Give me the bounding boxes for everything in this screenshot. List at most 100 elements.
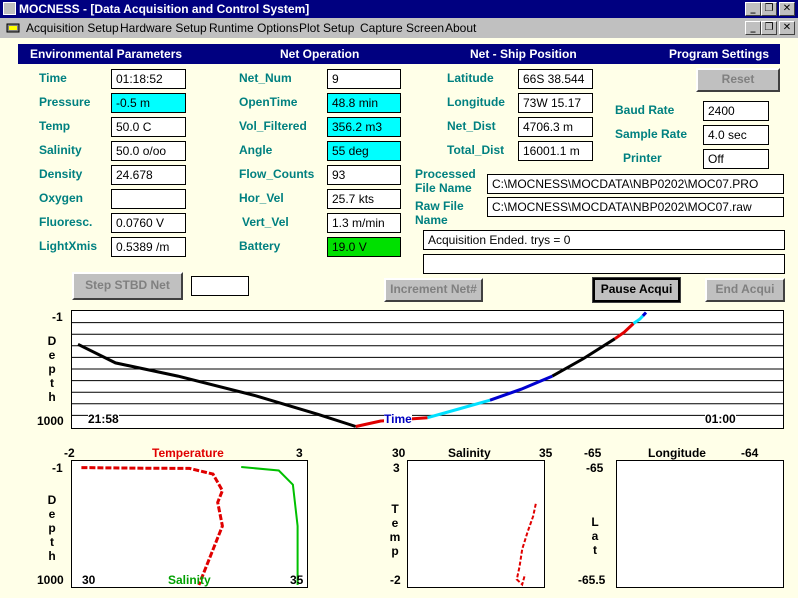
menu-hardware-setup[interactable]: Hardware Setup xyxy=(120,21,207,35)
temp-plot-xleft: -2 xyxy=(64,446,75,460)
env-value-time: 01:18:52 xyxy=(111,69,186,89)
net-value-num: 9 xyxy=(327,69,401,89)
temp-plot-svg xyxy=(81,466,299,586)
pos-label-lon: Longitude xyxy=(447,95,505,109)
env-value-density: 24.678 xyxy=(111,165,186,185)
pos-label-lat: Latitude xyxy=(447,71,494,85)
env-label-oxygen: Oxygen xyxy=(39,191,84,205)
latlon-plot-xleft: -65 xyxy=(584,446,602,460)
sample-rate-field[interactable]: 4.0 sec xyxy=(703,125,769,145)
processed-file-field[interactable]: C:\MOCNESS\MOCDATA\NBP0202\MOC07.PRO xyxy=(487,174,784,194)
net-label-num: Net_Num xyxy=(239,71,292,85)
temp-plot-ytop: -1 xyxy=(52,461,63,475)
restore-icon[interactable]: ❐ xyxy=(761,2,777,16)
pause-acqui-button[interactable]: Pause Acqui xyxy=(592,277,681,303)
menu-capture-screen[interactable]: Capture Screen xyxy=(360,21,444,35)
menu-plot-setup[interactable]: Plot Setup xyxy=(299,21,354,35)
menu-runtime-options[interactable]: Runtime Options xyxy=(209,21,298,35)
salinity-profile-line xyxy=(241,466,299,585)
env-value-fluoresc: 0.0760 V xyxy=(111,213,186,233)
ts-series-line xyxy=(515,503,537,587)
depth-plot-ybottom: 1000 xyxy=(37,414,64,428)
app-icon[interactable] xyxy=(3,2,16,15)
baud-rate-field[interactable]: 2400 xyxy=(703,101,769,121)
processed-label-1: Processed xyxy=(415,167,476,181)
depth-plot-xstart: 21:58 xyxy=(88,412,119,426)
net-label-battery: Battery xyxy=(239,239,281,253)
env-value-oxygen xyxy=(111,189,186,209)
latlon-plot-title: Longitude xyxy=(648,446,706,460)
sal-axis-right: 35 xyxy=(290,573,304,587)
menu-bar: Acquisition Setup Hardware Setup Runtime… xyxy=(0,18,798,38)
printer-label: Printer xyxy=(623,151,662,165)
env-label-time: Time xyxy=(39,71,67,85)
latlon-plot-xright: -64 xyxy=(741,446,759,460)
net-label-vertvel: Vert_Vel xyxy=(242,215,289,229)
restore-icon[interactable]: ❐ xyxy=(761,21,777,35)
ts-plot-ybottom: -2 xyxy=(390,573,401,587)
step-stbd-net-button[interactable]: Step STBD Net xyxy=(72,272,183,300)
depth-plot-xend: 01:00 xyxy=(705,412,736,426)
step-net-field[interactable] xyxy=(191,276,249,296)
sal-axis-title: Salinity xyxy=(168,573,211,587)
depth-plot-xlabel: Time xyxy=(384,412,412,426)
latlon-plot-svg xyxy=(617,461,783,587)
temp-plot-ybottom: 1000 xyxy=(37,573,64,587)
net-value-battery: 19.0 V xyxy=(327,237,401,257)
net-value-angle: 55 deg xyxy=(327,141,401,161)
menu-about[interactable]: About xyxy=(445,21,476,35)
section-pos: Net - Ship Position xyxy=(470,47,577,61)
raw-file-field[interactable]: C:\MOCNESS\MOCDATA\NBP0202\MOC07.raw xyxy=(487,197,784,217)
ts-plot-svg xyxy=(515,503,537,587)
ts-plot-xleft: 30 xyxy=(392,446,406,460)
end-acqui-button[interactable]: End Acqui xyxy=(705,278,785,302)
env-label-fluoresc: Fluoresc. xyxy=(39,215,93,229)
env-label-lightxmis: LightXmis xyxy=(39,239,98,253)
minimize-icon[interactable]: _ xyxy=(745,21,761,35)
env-value-temp: 50.0 C xyxy=(111,117,186,137)
temp-plot-xright: 3 xyxy=(296,446,303,460)
section-prog: Program Settings xyxy=(669,47,770,61)
pos-value-totaldist: 16001.1 m xyxy=(518,141,593,161)
net-value-vol: 356.2 m3 xyxy=(327,117,401,137)
printer-field[interactable]: Off xyxy=(703,149,769,169)
depth-series-line xyxy=(613,322,635,341)
menu-acquisition-setup[interactable]: Acquisition Setup xyxy=(26,21,119,35)
depth-plot-ytop: -1 xyxy=(52,310,63,324)
temp-plot-area: 30 Salinity 35 xyxy=(71,460,308,588)
system-menu-icon[interactable] xyxy=(6,21,20,35)
baud-rate-label: Baud Rate xyxy=(615,103,675,117)
increment-net-button[interactable]: Increment Net# xyxy=(384,278,483,302)
net-value-opentime: 48.8 min xyxy=(327,93,401,113)
status-line-1: Acquisition Ended. trys = 0 xyxy=(423,230,785,250)
net-label-flow: Flow_Counts xyxy=(239,167,315,181)
env-label-density: Density xyxy=(39,167,83,181)
pos-label-totaldist: Total_Dist xyxy=(447,143,505,157)
pos-label-netdist: Net_Dist xyxy=(447,119,496,133)
env-label-temp: Temp xyxy=(39,119,71,133)
title-bar[interactable]: MOCNESS - [Data Acquisition and Control … xyxy=(0,0,798,18)
net-value-flow: 93 xyxy=(327,165,401,185)
latlon-plot-area xyxy=(616,460,784,588)
close-icon[interactable]: ✕ xyxy=(779,21,795,35)
pos-value-lon: 73W 15.17 xyxy=(518,93,593,113)
depth-plot-svg xyxy=(72,311,783,428)
minimize-icon[interactable]: _ xyxy=(745,2,761,16)
ts-plot-ytop: 3 xyxy=(393,461,400,475)
depth-plot-area: 21:58 Time 01:00 xyxy=(71,310,784,429)
env-value-salinity: 50.0 o/oo xyxy=(111,141,186,161)
temp-plot-ylabel: Depth xyxy=(47,493,57,563)
close-icon[interactable]: ✕ xyxy=(779,2,795,16)
depth-series-line xyxy=(77,342,357,428)
latlon-plot-ylabel: Lat xyxy=(591,515,599,557)
reset-button[interactable]: Reset xyxy=(696,68,780,92)
section-env: Environmental Parameters xyxy=(30,47,183,61)
raw-file-label-2: Name xyxy=(415,213,448,227)
section-header-bar: Environmental Parameters Net Operation N… xyxy=(18,44,780,64)
sample-rate-label: Sample Rate xyxy=(615,127,688,141)
depth-series-line xyxy=(641,311,648,317)
net-value-vertvel: 1.3 m/min xyxy=(327,213,401,233)
net-label-angle: Angle xyxy=(239,143,273,157)
status-line-2 xyxy=(423,254,785,274)
ts-plot-title: Salinity xyxy=(448,446,491,460)
